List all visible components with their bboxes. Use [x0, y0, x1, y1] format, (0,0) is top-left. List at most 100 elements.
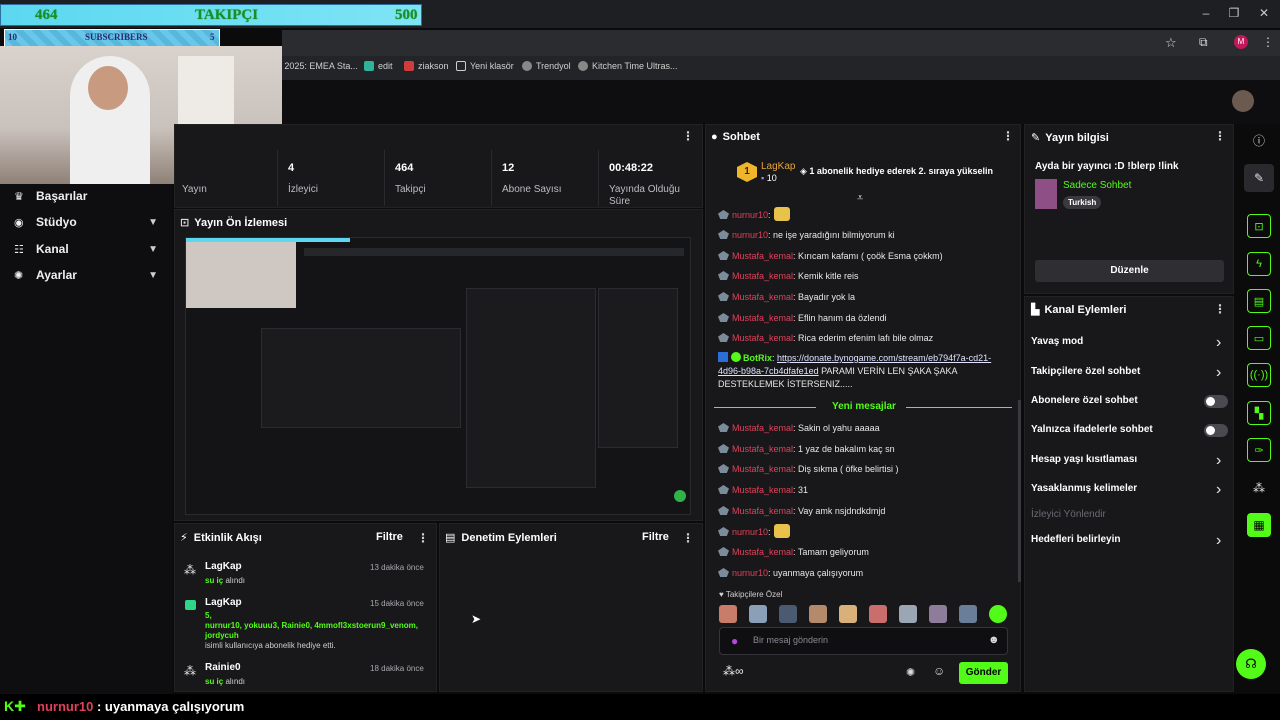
studio-icon: ◉	[14, 216, 24, 229]
emote-icon[interactable]	[779, 605, 797, 623]
chat-username[interactable]: Mustafa_kemal	[732, 547, 793, 557]
chevron-right-icon[interactable]: ›	[1216, 532, 1221, 550]
send-button[interactable]: Gönder	[959, 662, 1008, 684]
chat-rail-icon[interactable]: ▭	[1247, 326, 1271, 350]
chat-username[interactable]: nurnur10	[732, 210, 768, 220]
address-bar[interactable]	[282, 30, 1280, 56]
points-icon[interactable]: ⁂∞	[723, 664, 744, 678]
emote-icon[interactable]	[959, 605, 977, 623]
sidebar-item-settings[interactable]: ✺ Ayarlar ▼	[14, 265, 164, 285]
pencil-icon[interactable]: ✎	[1247, 166, 1271, 190]
sub-badge-icon	[718, 271, 729, 280]
star-icon[interactable]: ☆	[1165, 35, 1177, 51]
edit-button[interactable]: Düzenle	[1035, 260, 1224, 282]
globe-icon	[578, 61, 588, 71]
more-icon[interactable]: ⋮	[1214, 302, 1226, 316]
chevron-right-icon[interactable]: ›	[1216, 481, 1221, 499]
activity-filter-button[interactable]: Filtre	[376, 531, 403, 543]
moderation-filter-button[interactable]: Filtre	[642, 531, 669, 543]
emote-icon[interactable]	[869, 605, 887, 623]
collapse-icon[interactable]: ⩡	[857, 192, 863, 205]
channel-action-item[interactable]: Yavaş mod	[1031, 336, 1083, 347]
chat-username[interactable]: Mustafa_kemal	[732, 464, 793, 474]
chat-username[interactable]: Mustafa_kemal	[732, 444, 793, 454]
emote-picker-icon[interactable]: ☺	[933, 664, 945, 678]
chat-username[interactable]: Mustafa_kemal	[732, 292, 793, 302]
chat-message: Mustafa_kemal: Eflin hanım da özlendi	[718, 311, 1016, 325]
emote-icon[interactable]	[899, 605, 917, 623]
minimize-icon[interactable]: –	[1196, 6, 1216, 20]
channel-action-item[interactable]: Yalnızca ifadelerle sohbet	[1031, 424, 1153, 435]
layout-rail-icon[interactable]: ▚	[1247, 401, 1271, 425]
sidebar-item-achievements[interactable]: ♛ Başarılar	[14, 186, 164, 206]
channel-action-item[interactable]: Abonelere özel sohbet	[1031, 395, 1138, 406]
sidebar-item-studio[interactable]: ◉ Stüdyo ▼	[14, 212, 164, 232]
chat-username[interactable]: Mustafa_kemal	[732, 271, 793, 281]
channel-action-item[interactable]: Takipçilere özel sohbet	[1031, 366, 1140, 377]
chat-username[interactable]: Mustafa_kemal	[732, 423, 793, 433]
preview-rail-icon[interactable]: ⊡	[1247, 214, 1271, 238]
preview-cam	[186, 242, 296, 308]
bookmark-item[interactable]: CT 2025: EMEA Sta...	[270, 61, 358, 71]
bookmark-item[interactable]: Yeni klasör	[456, 61, 514, 71]
emote-icon[interactable]	[929, 605, 947, 623]
clip-rail-icon[interactable]: ▦	[1247, 513, 1271, 537]
channel-action-item[interactable]: Hedefleri belirleyin	[1031, 534, 1120, 545]
menu-icon[interactable]: ⋮	[1262, 35, 1274, 49]
broadcast-rail-icon[interactable]: ((·))	[1247, 363, 1271, 387]
channel-action-item[interactable]: Hesap yaşı kısıtlaması	[1031, 454, 1137, 465]
more-icon[interactable]: ⋮	[417, 531, 429, 545]
sub-badge-icon	[718, 444, 729, 453]
wrench-rail-icon[interactable]: ✑	[1247, 438, 1271, 462]
restore-icon[interactable]: ❐	[1224, 6, 1244, 20]
more-icon[interactable]: ⋮	[1002, 129, 1014, 143]
bookmark-item[interactable]: edit	[364, 61, 393, 71]
chat-text: : Eflin hanım da özlendi	[793, 313, 887, 323]
emote-icon[interactable]	[839, 605, 857, 623]
more-icon[interactable]: ⋮	[682, 531, 694, 545]
chat-username[interactable]: Mustafa_kemal	[732, 251, 793, 261]
channel-actions-header: ▙ Kanal Eylemleri	[1031, 303, 1127, 317]
emote-icon[interactable]	[719, 605, 737, 623]
info-icon[interactable]: ⓘ	[1247, 128, 1271, 152]
bookmark-item[interactable]: Kitchen Time Ultras...	[578, 61, 678, 71]
chat-scrollbar[interactable]	[1018, 400, 1021, 582]
emote-icon[interactable]	[989, 605, 1007, 623]
sub-badge-icon	[718, 506, 729, 515]
chevron-right-icon[interactable]: ›	[1216, 334, 1221, 352]
chat-username[interactable]: nurnur10	[732, 230, 768, 240]
emote-icon[interactable]	[809, 605, 827, 623]
toggle-switch[interactable]	[1204, 395, 1228, 408]
channel-action-item[interactable]: Yasaklanmış kelimeler	[1031, 483, 1137, 494]
support-icon[interactable]: ☊	[1236, 649, 1266, 679]
user-avatar[interactable]	[1232, 90, 1254, 112]
gear-icon[interactable]: ✺	[906, 666, 915, 679]
chevron-right-icon[interactable]: ›	[1216, 364, 1221, 382]
chat-message: Mustafa_kemal: 31	[718, 483, 1016, 497]
close-icon[interactable]: ✕	[1254, 6, 1274, 20]
profile-avatar[interactable]: M	[1234, 35, 1248, 49]
chat-username[interactable]: nurnur10	[732, 527, 768, 537]
chat-username[interactable]: Mustafa_kemal	[732, 313, 793, 323]
extensions-icon[interactable]: ⧉	[1199, 35, 1208, 50]
toggle-switch[interactable]	[1204, 424, 1228, 437]
stream-preview-video[interactable]	[185, 237, 691, 515]
chevron-right-icon[interactable]: ›	[1216, 452, 1221, 470]
chat-username[interactable]: nurnur10	[732, 568, 768, 578]
more-icon[interactable]: ⋮	[1214, 129, 1226, 143]
event-user: LagKap	[205, 561, 242, 572]
chat-username[interactable]: Mustafa_kemal	[732, 506, 793, 516]
more-icon[interactable]: ⋮	[682, 129, 694, 143]
bolt-rail-icon[interactable]: ϟ	[1247, 252, 1271, 276]
emoji-icon[interactable]: ☻	[988, 634, 1000, 646]
bookmark-item[interactable]: Trendyol	[522, 61, 571, 71]
microphone-icon[interactable]: ●	[731, 634, 738, 648]
emote-icon[interactable]	[749, 605, 767, 623]
bookmark-item[interactable]: ziakson	[404, 61, 449, 71]
chat-username[interactable]: Mustafa_kemal	[732, 485, 793, 495]
document-rail-icon[interactable]: ▤	[1247, 289, 1271, 313]
chat-username[interactable]: Mustafa_kemal	[732, 333, 793, 343]
sidebar-item-channel[interactable]: ☷ Kanal ▼	[14, 239, 164, 259]
stream-category[interactable]: Sadece Sohbet	[1063, 180, 1131, 191]
points-rail-icon[interactable]: ⁂	[1247, 476, 1271, 500]
